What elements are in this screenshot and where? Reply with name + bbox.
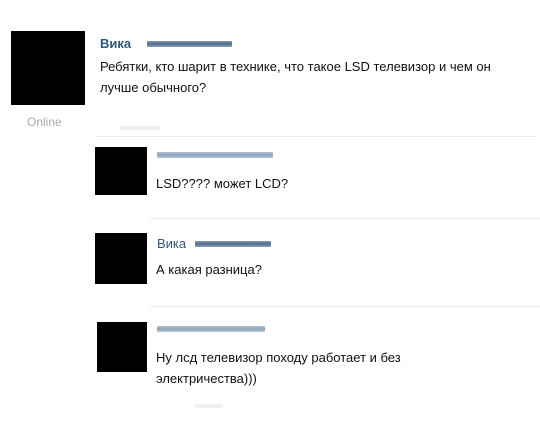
post-author-surname-blurred	[147, 41, 232, 47]
post-author-name[interactable]: Вика	[100, 36, 131, 51]
post-timestamp-blurred	[120, 126, 160, 130]
post-divider	[96, 136, 536, 137]
comment-2-author-name[interactable]: Вика	[157, 236, 186, 251]
comment-2-divider	[150, 306, 540, 307]
comment-1-author-blurred	[157, 152, 273, 158]
post-text: Ребятки, кто шарит в технике, что такое …	[100, 59, 491, 95]
comment-3-timestamp-blurred	[195, 404, 223, 408]
comment-2-author-surname-blurred	[195, 241, 271, 247]
comment-3-text: Ну лсд телевизор походу работает и без э…	[156, 350, 401, 386]
comment-3-avatar[interactable]	[97, 322, 147, 372]
comment-1-avatar[interactable]	[95, 147, 147, 195]
online-status: Online	[27, 115, 62, 129]
comment-2-avatar[interactable]	[95, 233, 147, 284]
comment-2-text: А какая разница?	[156, 262, 262, 277]
comment-1-divider	[150, 218, 540, 219]
comment-1-text: LSD???? может LCD?	[156, 176, 289, 191]
post-author-avatar[interactable]	[11, 31, 85, 105]
comment-3-author-blurred	[157, 326, 265, 332]
